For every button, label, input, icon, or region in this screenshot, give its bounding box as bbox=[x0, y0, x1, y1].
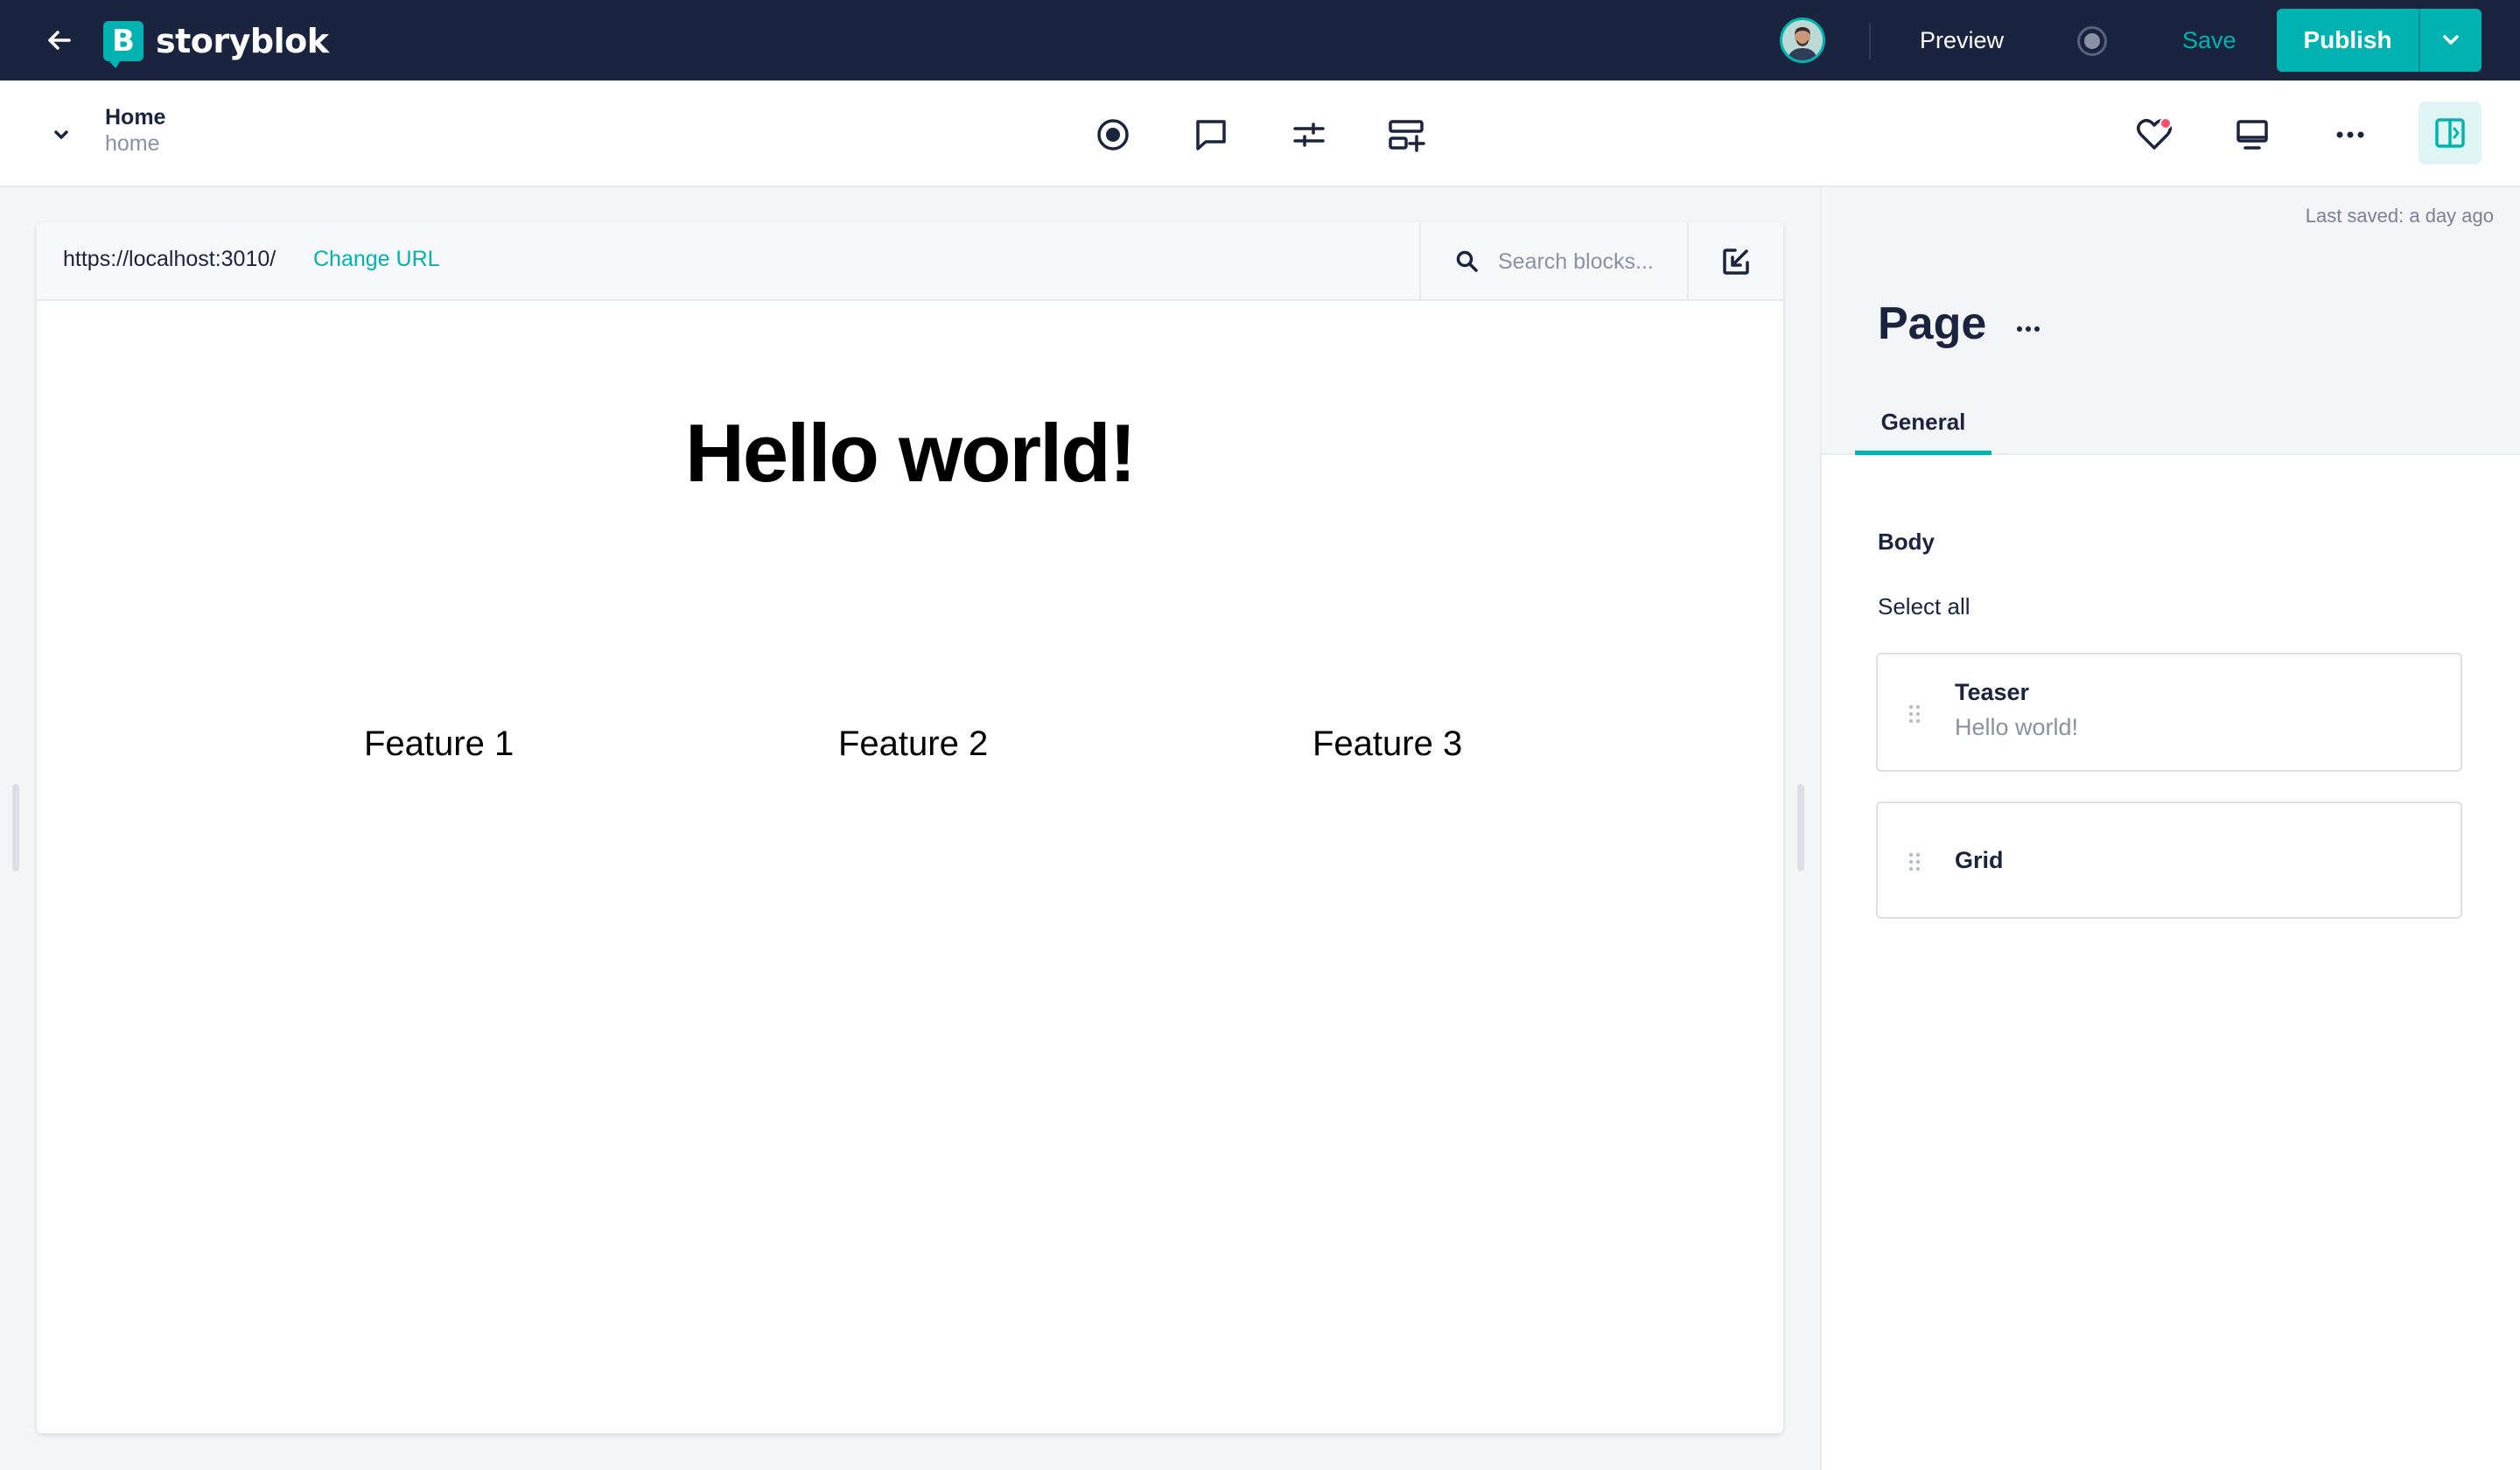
comment-icon[interactable] bbox=[1190, 114, 1232, 156]
last-saved-text: Last saved: a day ago bbox=[2305, 205, 2494, 227]
feature-item-3[interactable]: Feature 3 bbox=[1312, 724, 1462, 764]
sliders-icon[interactable] bbox=[1288, 114, 1330, 156]
target-icon[interactable] bbox=[1092, 114, 1134, 156]
left-resize-handle[interactable] bbox=[12, 784, 19, 872]
hero-title[interactable]: Hello world! bbox=[37, 406, 1783, 500]
select-all-link[interactable]: Select all bbox=[1878, 593, 1970, 620]
drag-handle-icon[interactable] bbox=[1908, 704, 1922, 724]
add-block-icon[interactable] bbox=[1386, 114, 1428, 156]
block-subtitle: Hello world! bbox=[1955, 714, 2079, 740]
publish-options-chevron-down-icon[interactable] bbox=[2420, 9, 2482, 72]
search-placeholder: Search blocks... bbox=[1498, 248, 1654, 274]
heart-icon[interactable] bbox=[2133, 114, 2175, 156]
story-slug: home bbox=[105, 131, 160, 156]
sidebar-toggle-icon[interactable] bbox=[2418, 102, 2482, 164]
notification-dot bbox=[2160, 117, 2172, 130]
tab-general[interactable]: General bbox=[1855, 394, 1992, 455]
story-title[interactable]: Home bbox=[105, 105, 165, 130]
open-in-new-icon[interactable] bbox=[1687, 222, 1783, 301]
change-url-link[interactable]: Change URL bbox=[313, 247, 440, 272]
preview-url: https://localhost:3010/ bbox=[63, 247, 276, 271]
page-title: Page bbox=[1878, 298, 1987, 349]
preview-url-bar: https://localhost:3010/ Change URL Searc… bbox=[37, 222, 1783, 301]
panel-header: Last saved: a day ago Page General bbox=[1822, 187, 2520, 455]
block-name: Teaser bbox=[1955, 679, 2030, 705]
content-editor-panel: Last saved: a day ago Page General Body … bbox=[1820, 187, 2520, 1470]
publish-button-group: Publish bbox=[2277, 9, 2482, 72]
back-arrow-icon[interactable] bbox=[42, 23, 77, 58]
search-blocks-input[interactable]: Search blocks... bbox=[1419, 222, 1687, 301]
status-indicator-icon[interactable] bbox=[2077, 26, 2107, 56]
storyblok-logo-text: storyblok bbox=[156, 22, 329, 60]
right-resize-handle[interactable] bbox=[1797, 784, 1804, 872]
monitor-icon[interactable] bbox=[2231, 114, 2273, 156]
save-button[interactable]: Save bbox=[2161, 21, 2258, 60]
feature-item-1[interactable]: Feature 1 bbox=[364, 724, 514, 764]
topbar-divider bbox=[1869, 23, 1871, 60]
page-more-icon[interactable] bbox=[2007, 308, 2049, 350]
story-toolbar: Home home bbox=[0, 80, 2520, 187]
story-menu-chevron-down-icon[interactable] bbox=[46, 119, 77, 150]
feature-item-2[interactable]: Feature 2 bbox=[838, 724, 988, 764]
top-navigation-bar: B storyblok Preview Save Publish bbox=[0, 0, 2520, 80]
user-avatar[interactable] bbox=[1780, 18, 1825, 63]
storyblok-logo[interactable]: B storyblok bbox=[103, 21, 329, 68]
body-field-label: Body bbox=[1878, 528, 1935, 555]
preview-button[interactable]: Preview bbox=[1899, 21, 2025, 60]
block-item-grid[interactable]: Grid bbox=[1876, 802, 2462, 919]
publish-button[interactable]: Publish bbox=[2277, 9, 2418, 72]
storyblok-logo-mark: B bbox=[103, 21, 144, 68]
more-icon[interactable] bbox=[2329, 114, 2371, 156]
preview-frame: https://localhost:3010/ Change URL Searc… bbox=[37, 222, 1783, 1433]
block-name: Grid bbox=[1955, 847, 2004, 873]
block-item-teaser[interactable]: Teaser Hello world! bbox=[1876, 653, 2462, 772]
search-icon bbox=[1456, 250, 1478, 272]
drag-handle-icon[interactable] bbox=[1908, 851, 1922, 872]
